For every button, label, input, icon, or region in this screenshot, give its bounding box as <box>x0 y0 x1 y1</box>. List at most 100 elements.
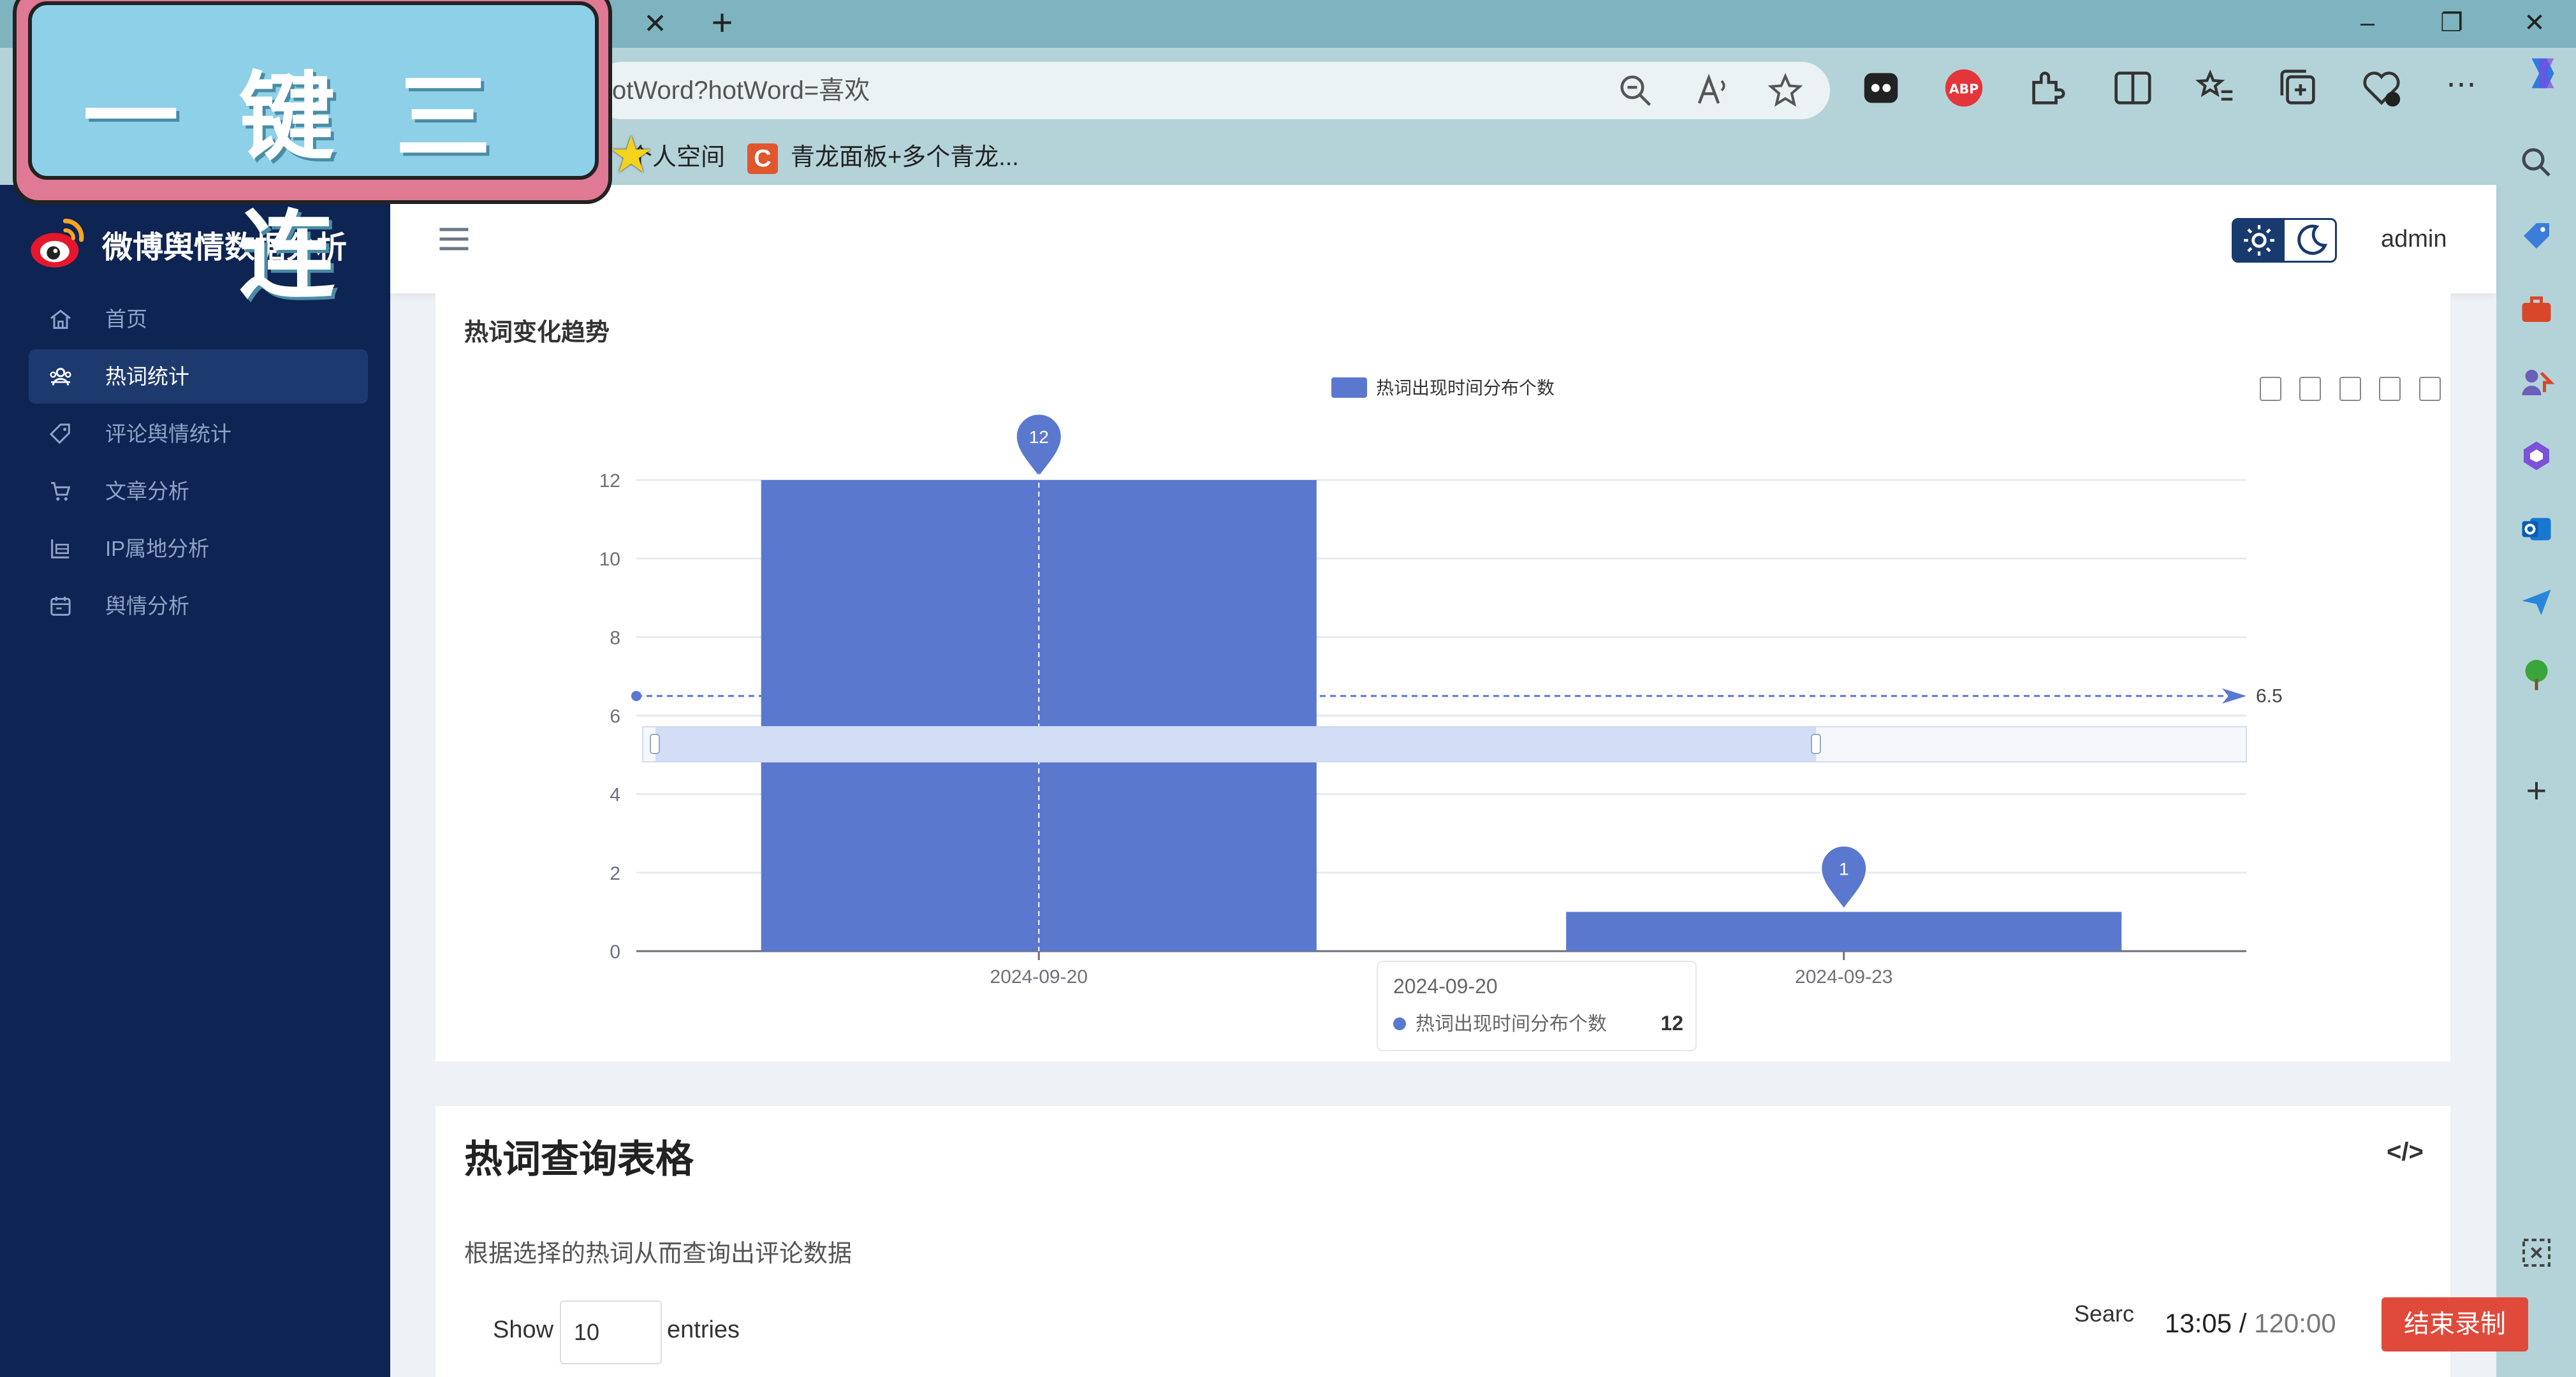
sidebar: 微博舆情数据分析 首页 热词统计 评论舆情统计 文章分析 IP属地分析 舆情分析 <box>0 185 390 1377</box>
star-icon: ★ <box>608 126 654 183</box>
add-sidebar-app-icon[interactable]: + <box>2517 771 2556 810</box>
top-navbar: admin <box>390 185 2496 293</box>
x-tick-label: 2024-09-23 <box>1795 966 1892 987</box>
data-view-icon[interactable] <box>2260 377 2281 401</box>
bookmark-qinglong-label: 青龙面板+多个青龙... <box>791 144 1019 171</box>
url-text[interactable]: otWord?hotWord=喜欢 <box>612 62 870 119</box>
y-tick-label: 12 <box>599 470 620 492</box>
light-mode-button[interactable] <box>2234 220 2285 261</box>
svg-text:ABP: ABP <box>1949 82 1979 97</box>
bookmark-qinglong[interactable]: C 青龙面板+多个青龙... <box>747 138 1019 177</box>
favorite-star-icon[interactable] <box>1766 71 1804 110</box>
sidebar-item-article-analysis[interactable]: 文章分析 <box>29 464 368 518</box>
new-tab-button[interactable]: + <box>705 4 740 42</box>
x-tick-label: 2024-09-20 <box>990 966 1088 987</box>
microsoft365-icon[interactable] <box>2517 437 2556 475</box>
tooltip-title: 2024-09-20 <box>1393 975 1498 998</box>
copilot-icon[interactable] <box>2521 51 2565 96</box>
stop-recording-button[interactable]: 结束录制 <box>2382 1297 2528 1352</box>
restore-icon[interactable] <box>2379 377 2401 401</box>
card-title: 热词变化趋势 <box>464 319 610 346</box>
close-window-button[interactable]: ✕ <box>2515 5 2554 41</box>
sidebar-item-ip-analysis[interactable]: IP属地分析 <box>29 521 368 576</box>
card-title: 热词查询表格 <box>464 1138 694 1181</box>
edge-sidebar: + <box>2496 48 2576 1377</box>
favorites-icon[interactable] <box>2193 66 2238 110</box>
cart-icon <box>51 482 71 501</box>
code-toggle-icon[interactable]: </> <box>2387 1138 2424 1167</box>
games-icon[interactable] <box>2517 363 2556 402</box>
tooltip-series: 热词出现时间分布个数 <box>1416 1014 1607 1035</box>
users-icon <box>50 368 71 386</box>
card-description: 根据选择的热词从而查询出评论数据 <box>464 1241 853 1267</box>
sidebar-item-label: 热词统计 <box>105 365 189 388</box>
sidebar-item-sentiment-analysis[interactable]: 舆情分析 <box>29 579 368 633</box>
calendar-icon <box>50 597 71 616</box>
recording-total: 120:00 <box>2254 1308 2336 1338</box>
sidebar-item-hotword-stats[interactable]: 热词统计 <box>29 349 368 404</box>
line-chart-icon[interactable] <box>2299 377 2321 401</box>
hotword-trend-chart[interactable]: 0 2 4 6 8 10 12 2024-09-20 12 2024-09-23 1 6.5 热词出现时… <box>435 357 2450 1061</box>
user-menu[interactable]: admin <box>2381 220 2447 258</box>
adblock-icon[interactable]: ABP <box>1942 66 1986 110</box>
mark-line-label: 6.5 <box>2256 686 2283 707</box>
legend-label: 热词出现时间分布个数 <box>1376 378 1555 398</box>
sidebar-item-label: 评论舆情统计 <box>105 422 231 446</box>
y-tick-label: 6 <box>610 706 620 727</box>
restore-window-button[interactable]: ❐ <box>2433 5 2471 41</box>
address-bar[interactable]: otWord?hotWord=喜欢 <box>593 62 1830 119</box>
like-subscribe-overlay: 一键三连 ★ <box>13 0 654 312</box>
extension-icon[interactable] <box>1859 66 1903 110</box>
zoom-handle-right[interactable] <box>1811 734 1821 754</box>
zoom-out-icon[interactable] <box>1616 71 1655 110</box>
overlay-inner: 一键三连 <box>28 1 599 312</box>
hotword-table-card: 热词查询表格 </> 根据选择的热词从而查询出评论数据 Show 10 entr… <box>435 1106 2450 1377</box>
chart-box-icon <box>51 539 70 558</box>
zoom-slider-window[interactable] <box>655 727 1816 762</box>
read-aloud-icon[interactable] <box>1693 71 1731 110</box>
sidebar-item-label: 文章分析 <box>105 479 189 503</box>
close-tab-button[interactable]: ✕ <box>638 6 673 41</box>
sidebar-item-label: IP属地分析 <box>105 537 210 560</box>
theme-toggle[interactable] <box>2232 218 2337 263</box>
more-options-icon[interactable]: ⋯ <box>2439 66 2484 110</box>
tools-icon[interactable] <box>2517 290 2556 328</box>
recording-timer: 13:05 / 120:00 <box>2165 1308 2336 1339</box>
minimize-window-button[interactable]: – <box>2348 5 2387 41</box>
browser-essentials-icon[interactable] <box>2359 66 2404 110</box>
mark-point-label: 1 <box>1839 859 1849 878</box>
shopping-tag-icon[interactable] <box>2517 217 2556 255</box>
sun-icon <box>2244 225 2274 256</box>
y-tick-label: 0 <box>610 942 620 963</box>
entries-length-select[interactable]: 10 <box>560 1300 662 1364</box>
y-tick-label: 2 <box>610 863 620 884</box>
puzzle-icon[interactable] <box>2024 66 2069 110</box>
outlook-icon[interactable] <box>2517 510 2556 548</box>
show-label: Show <box>493 1316 554 1343</box>
send-icon[interactable] <box>2517 583 2556 622</box>
screenshot-icon[interactable] <box>2517 1234 2556 1272</box>
bookmark-c-icon: C <box>747 143 778 174</box>
y-tick-label: 4 <box>610 785 620 806</box>
sidebar-item-comment-stats[interactable]: 评论舆情统计 <box>29 407 368 461</box>
dark-mode-button[interactable] <box>2286 220 2335 261</box>
zoom-handle-left[interactable] <box>650 734 660 754</box>
entries-label: entries <box>667 1316 740 1343</box>
bar <box>1566 912 2122 951</box>
overlay-text: 一键三连 <box>82 62 552 312</box>
hotword-trend-card: 热词变化趋势 0 2 4 6 8 10 12 2024-09-20 12 2024-09-23 1 6… <box>435 293 2450 1061</box>
recording-separator: / <box>2239 1308 2247 1338</box>
tree-icon[interactable] <box>2517 657 2556 695</box>
save-image-icon[interactable] <box>2419 377 2441 401</box>
search-icon[interactable] <box>2517 143 2556 182</box>
collections-icon[interactable] <box>2276 66 2321 110</box>
recording-elapsed: 13:05 <box>2165 1308 2232 1338</box>
y-tick-label: 8 <box>610 627 620 648</box>
bar-chart-icon[interactable] <box>2339 377 2361 401</box>
split-screen-icon[interactable] <box>2111 66 2155 110</box>
y-tick-label: 10 <box>599 549 620 570</box>
search-label: Searc <box>2074 1300 2135 1327</box>
tag-icon <box>49 423 70 444</box>
app-window: 微博舆情数据分析 首页 热词统计 评论舆情统计 文章分析 IP属地分析 舆情分析 <box>0 185 2496 1377</box>
sidebar-item-label: 舆情分析 <box>105 594 189 618</box>
